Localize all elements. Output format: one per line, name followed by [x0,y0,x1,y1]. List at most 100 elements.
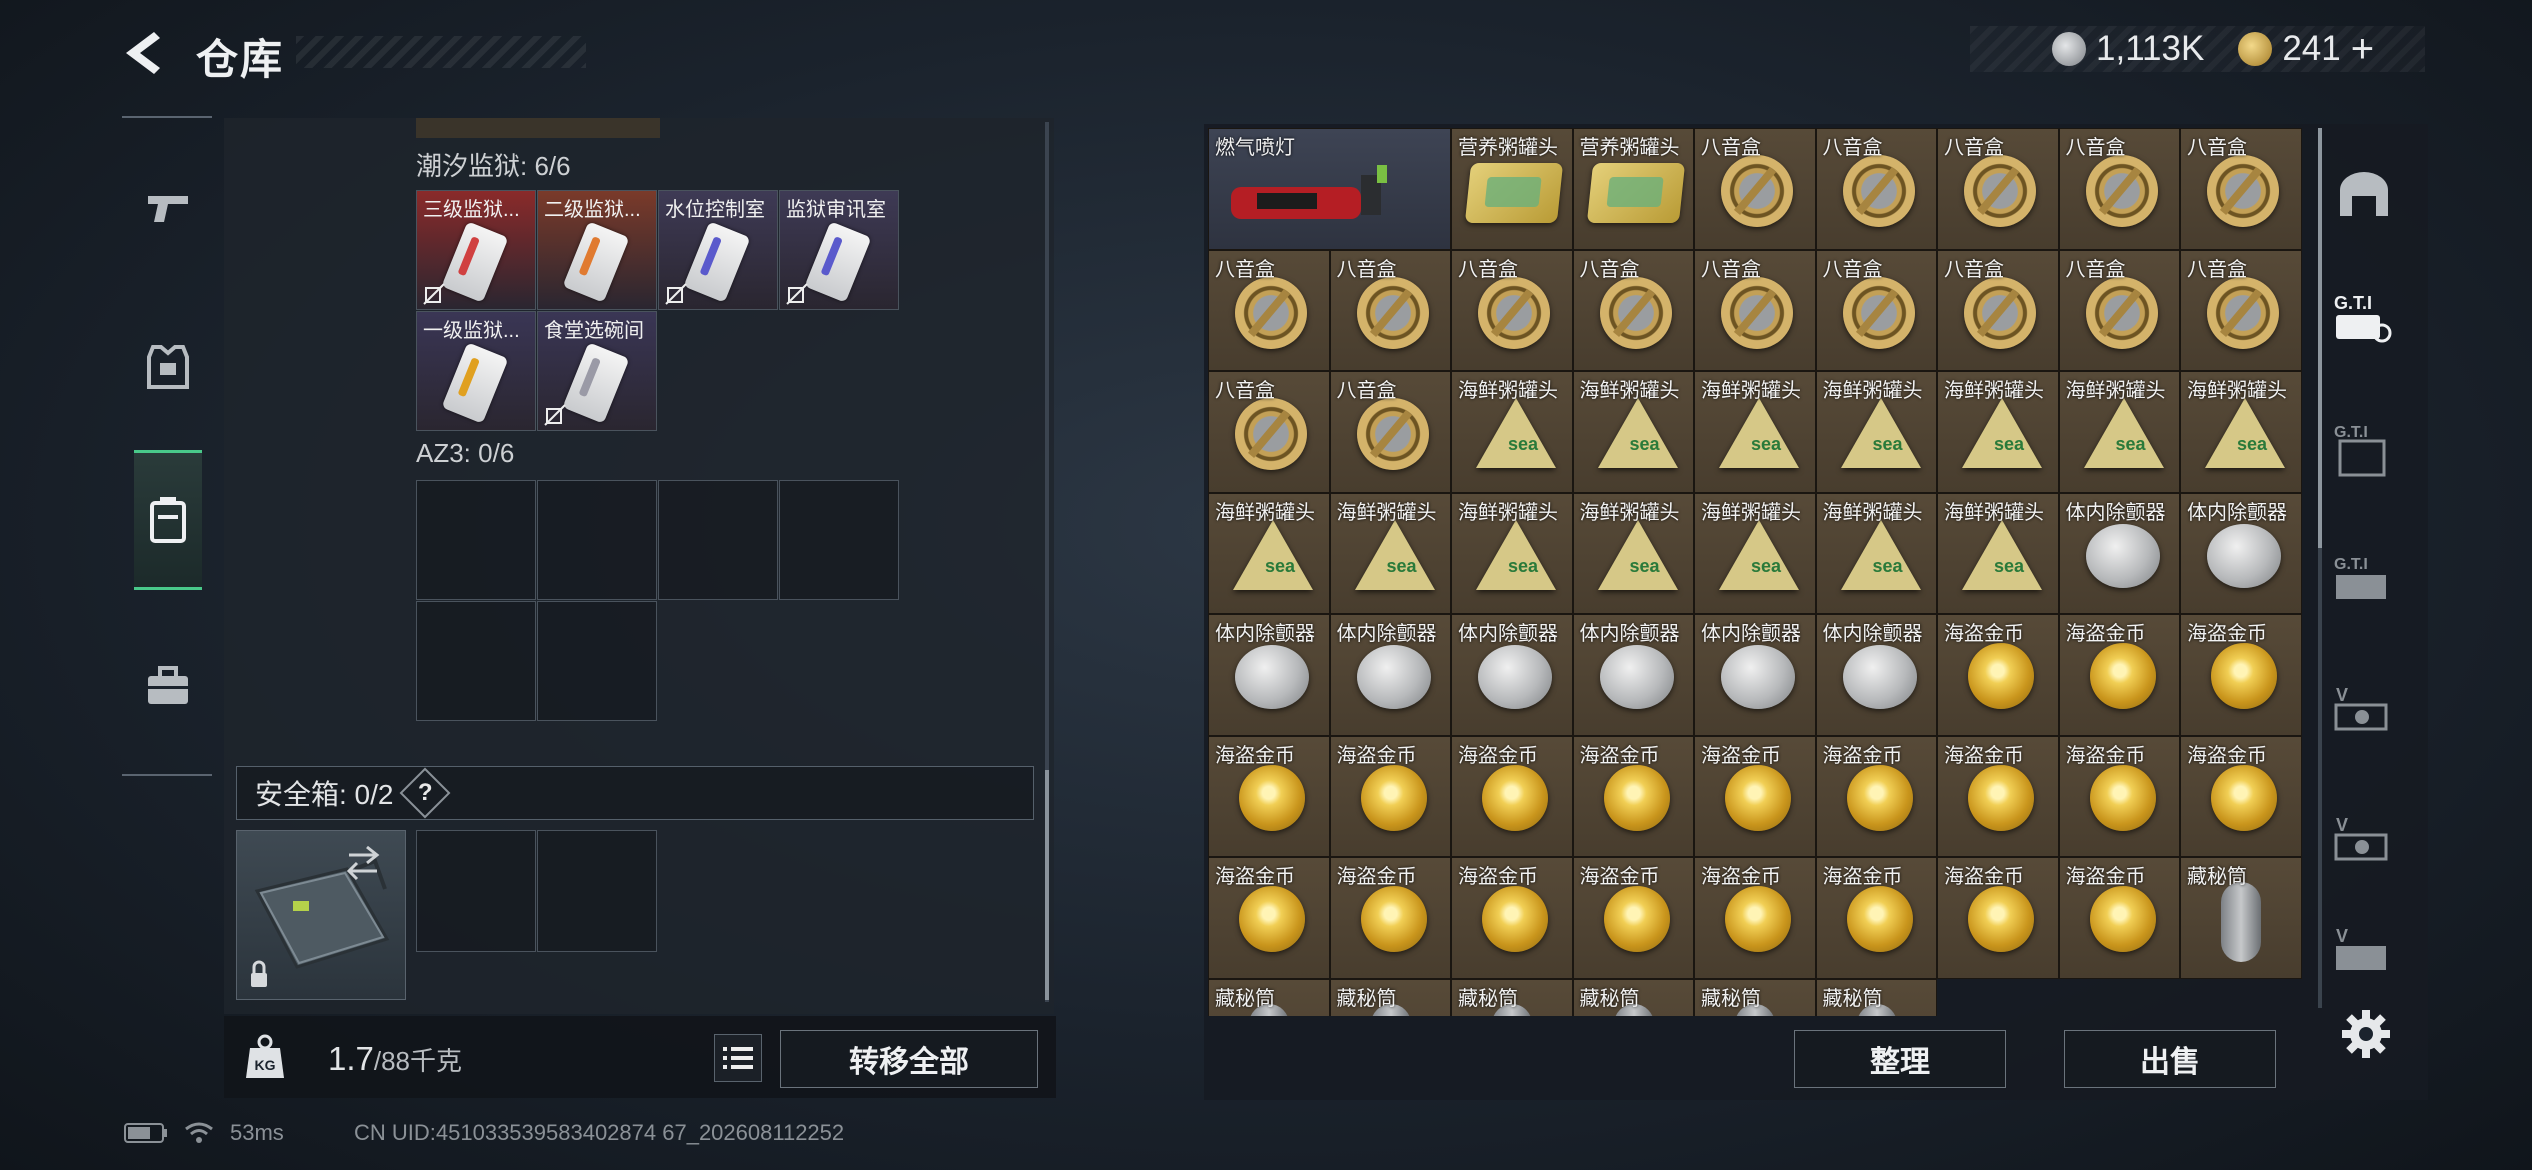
nav-container[interactable] [134,450,202,590]
stash-item[interactable]: 海盗金币 [1815,857,1937,979]
stash-item[interactable]: 体内除颤器 [1815,614,1937,736]
nav-gti-id[interactable]: G.T.I [2328,278,2400,356]
nav-briefcase[interactable] [134,636,202,736]
stash-item[interactable]: 海盗金币 [1572,735,1694,857]
stash-item[interactable]: 海盗金币 [1208,857,1330,979]
stash-item[interactable]: 海鲜粥罐头 [1815,492,1937,614]
stash-item[interactable]: 八音盒 [1937,249,2059,371]
stash-item[interactable]: 海鲜粥罐头 [1937,492,2059,614]
key-slot[interactable]: 水位控制室 [658,190,778,310]
az3-empty-slot[interactable] [416,601,536,721]
stash-item[interactable]: 海盗金币 [1815,735,1937,857]
stash-item[interactable]: 藏秘筒 [1451,978,1573,1016]
key-slot[interactable]: 食堂选碗间 [537,311,657,431]
az3-empty-slot[interactable] [779,480,899,600]
az3-empty-slot[interactable] [537,480,657,600]
stash-item[interactable]: 海盗金币 [1937,614,2059,736]
stash-item[interactable]: 海鲜粥罐头 [2058,371,2180,493]
stash-item[interactable]: 藏秘筒 [1694,978,1816,1016]
stash-item[interactable]: 海盗金币 [2180,614,2302,736]
stash-item[interactable]: 八音盒 [1815,128,1937,250]
stash-item[interactable]: 八音盒 [2058,249,2180,371]
stash-item[interactable]: 海盗金币 [1937,857,2059,979]
stash-item[interactable]: 海盗金币 [2180,735,2302,857]
stash-item[interactable]: 八音盒 [1329,249,1451,371]
az3-empty-slot[interactable] [658,480,778,600]
stash-item[interactable]: 海鲜粥罐头 [1937,371,2059,493]
stash-item[interactable]: 海盗金币 [1572,857,1694,979]
stash-item[interactable]: 营养粥罐头 [1572,128,1694,250]
stash-item[interactable]: 体内除颤器 [2058,492,2180,614]
stash-item[interactable]: 海鲜粥罐头 [1572,371,1694,493]
stash-item[interactable]: 体内除颤器 [1329,614,1451,736]
stash-item[interactable]: 藏秘筒 [1815,978,1937,1016]
stash-item[interactable]: 海盗金币 [1937,735,2059,857]
stash-item[interactable]: 海盗金币 [1694,857,1816,979]
nav-v-card-3[interactable]: V [2328,920,2400,980]
stash-item[interactable]: 八音盒 [1937,128,2059,250]
key-slot[interactable]: 一级监狱... [416,311,536,431]
help-icon[interactable]: ? [400,767,451,819]
list-view-button[interactable] [714,1034,762,1082]
stash-item[interactable]: 体内除颤器 [1208,614,1330,736]
stash-item[interactable]: 八音盒 [1451,249,1573,371]
key-slot[interactable]: 三级监狱... [416,190,536,310]
stash-item[interactable]: 海盗金币 [1329,857,1451,979]
stash-item[interactable]: 藏秘筒 [1208,978,1330,1016]
stash-item[interactable]: 海盗金币 [1208,735,1330,857]
stash-item[interactable]: 海鲜粥罐头 [1815,371,1937,493]
nav-v-card-2[interactable]: V [2328,800,2400,878]
safebox-empty-slot[interactable] [537,830,657,952]
stash-item[interactable]: 海鲜粥罐头 [1572,492,1694,614]
stash-item[interactable]: 体内除颤器 [1694,614,1816,736]
stash-item[interactable]: 海盗金币 [1329,735,1451,857]
transfer-all-button[interactable]: 转移全部 [780,1030,1038,1088]
nav-gate[interactable] [2328,156,2400,234]
nav-weapon[interactable] [134,158,202,258]
add-gold-button[interactable]: + [2351,27,2374,72]
nav-gti-box[interactable]: G.T.I [2328,410,2400,488]
stash-item[interactable]: 体内除颤器 [1572,614,1694,736]
safebox-slot[interactable] [236,830,406,1000]
stash-item[interactable]: 八音盒 [1694,249,1816,371]
stash-item[interactable]: 海鲜粥罐头 [1329,492,1451,614]
stash-item[interactable]: 海盗金币 [2058,735,2180,857]
key-slot[interactable]: 监狱审讯室 [779,190,899,310]
settings-gear-icon[interactable] [2340,1008,2392,1060]
stash-scrollbar-thumb[interactable] [2318,128,2322,548]
tidy-button[interactable]: 整理 [1794,1030,2006,1088]
stash-item[interactable]: 营养粥罐头 [1451,128,1573,250]
sell-button[interactable]: 出售 [2064,1030,2276,1088]
stash-item[interactable]: 海盗金币 [2058,614,2180,736]
safebox-empty-slot[interactable] [416,830,536,952]
stash-item[interactable]: 燃气喷灯 [1208,128,1451,250]
stash-item[interactable]: 海盗金币 [1451,735,1573,857]
stash-item[interactable]: 八音盒 [2180,128,2302,250]
stash-item[interactable]: 海盗金币 [2058,857,2180,979]
stash-item[interactable]: 藏秘筒 [2180,857,2302,979]
stash-item[interactable]: 海盗金币 [1694,735,1816,857]
stash-item[interactable]: 八音盒 [1572,249,1694,371]
nav-v-card-1[interactable]: V [2328,670,2400,748]
az3-empty-slot[interactable] [416,480,536,600]
stash-item[interactable]: 八音盒 [1208,371,1330,493]
stash-item[interactable]: 八音盒 [2180,249,2302,371]
stash-item[interactable]: 海鲜粥罐头 [1694,492,1816,614]
key-slot[interactable]: 二级监狱... [537,190,657,310]
left-scrollbar-thumb[interactable] [1045,770,1049,1000]
stash-item[interactable]: 体内除颤器 [1451,614,1573,736]
stash-item[interactable]: 海鲜粥罐头 [2180,371,2302,493]
az3-empty-slot[interactable] [537,601,657,721]
nav-gti-card[interactable]: G.T.I [2328,540,2400,618]
stash-item[interactable]: 八音盒 [1694,128,1816,250]
stash-item[interactable]: 体内除颤器 [2180,492,2302,614]
stash-item[interactable]: 八音盒 [1329,371,1451,493]
stash-item[interactable]: 八音盒 [1815,249,1937,371]
stash-item[interactable]: 海鲜粥罐头 [1208,492,1330,614]
stash-item[interactable]: 海盗金币 [1451,857,1573,979]
stash-item[interactable]: 海鲜粥罐头 [1451,492,1573,614]
stash-item[interactable]: 八音盒 [2058,128,2180,250]
stash-item[interactable]: 八音盒 [1208,249,1330,371]
stash-item[interactable]: 海鲜粥罐头 [1694,371,1816,493]
stash-item[interactable]: 海鲜粥罐头 [1451,371,1573,493]
